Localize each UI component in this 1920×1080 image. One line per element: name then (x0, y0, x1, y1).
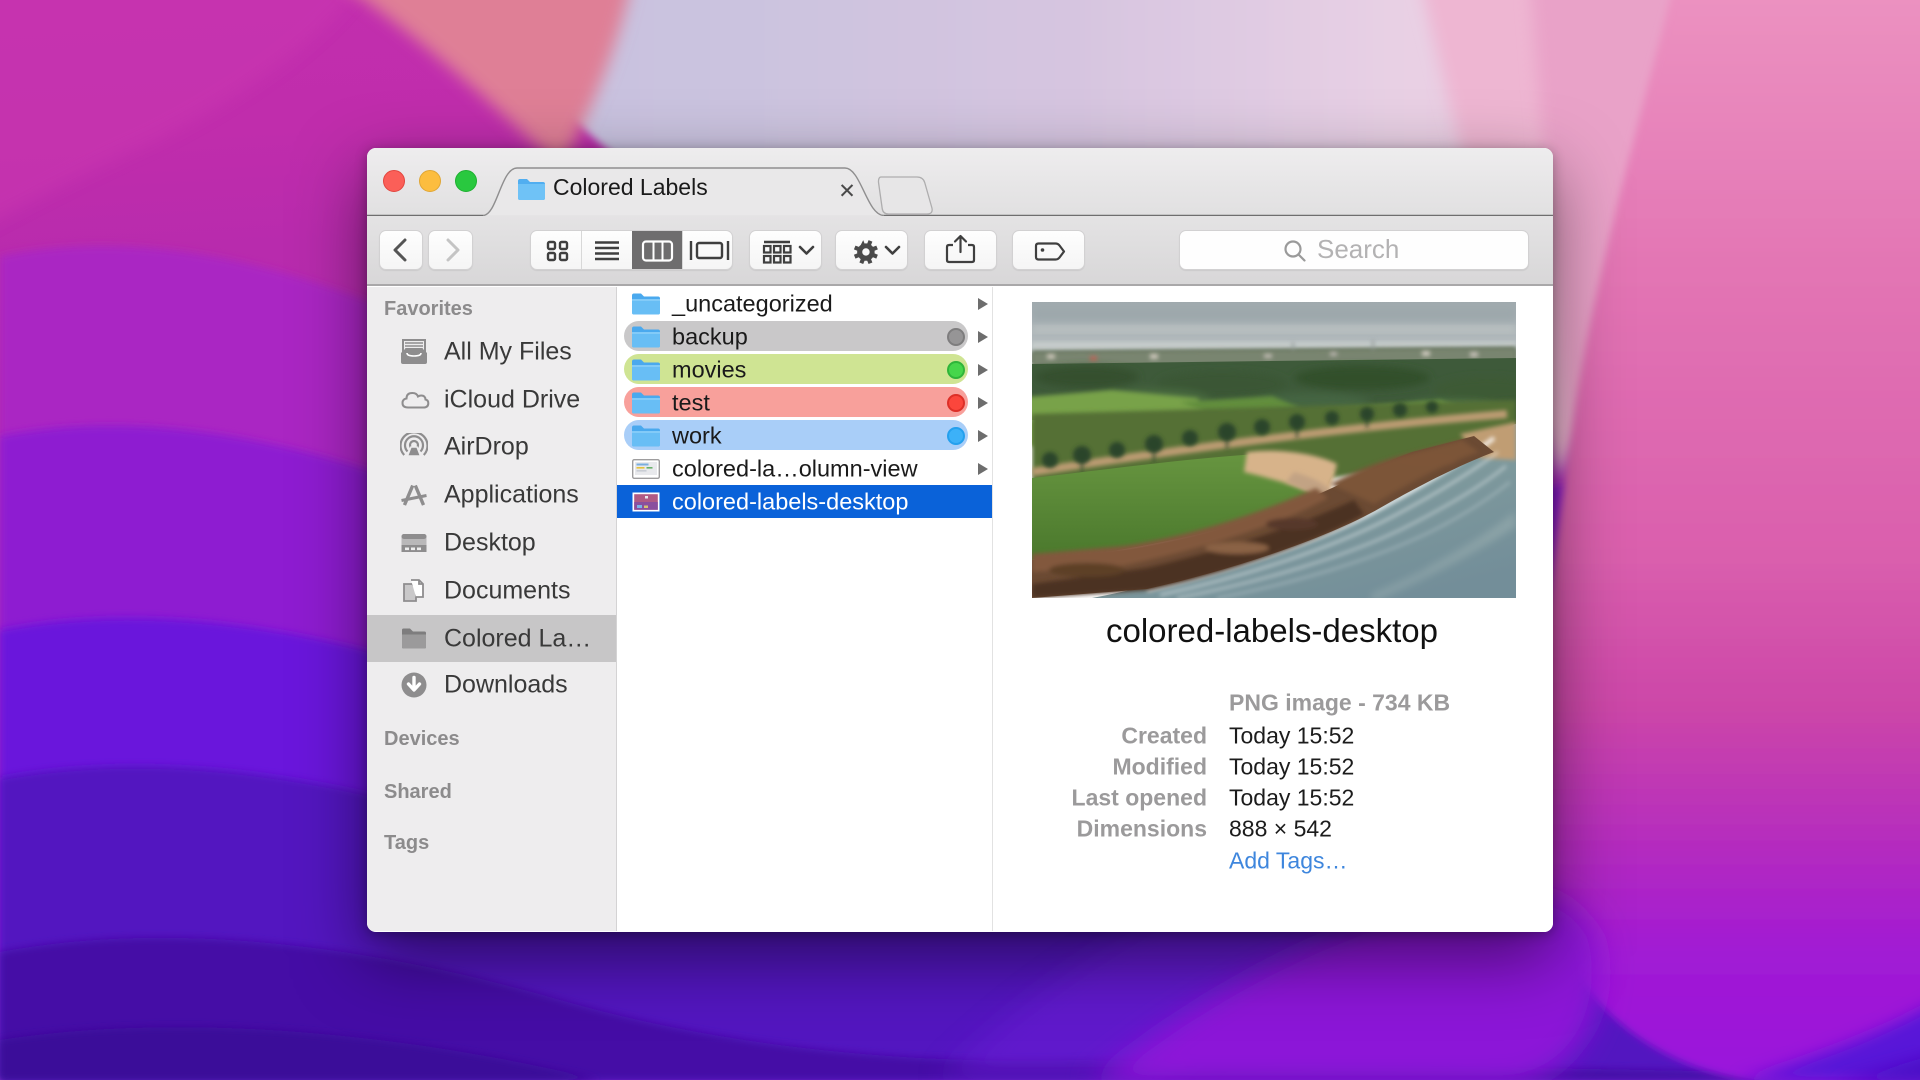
svg-text:Search: Search (1317, 234, 1399, 264)
